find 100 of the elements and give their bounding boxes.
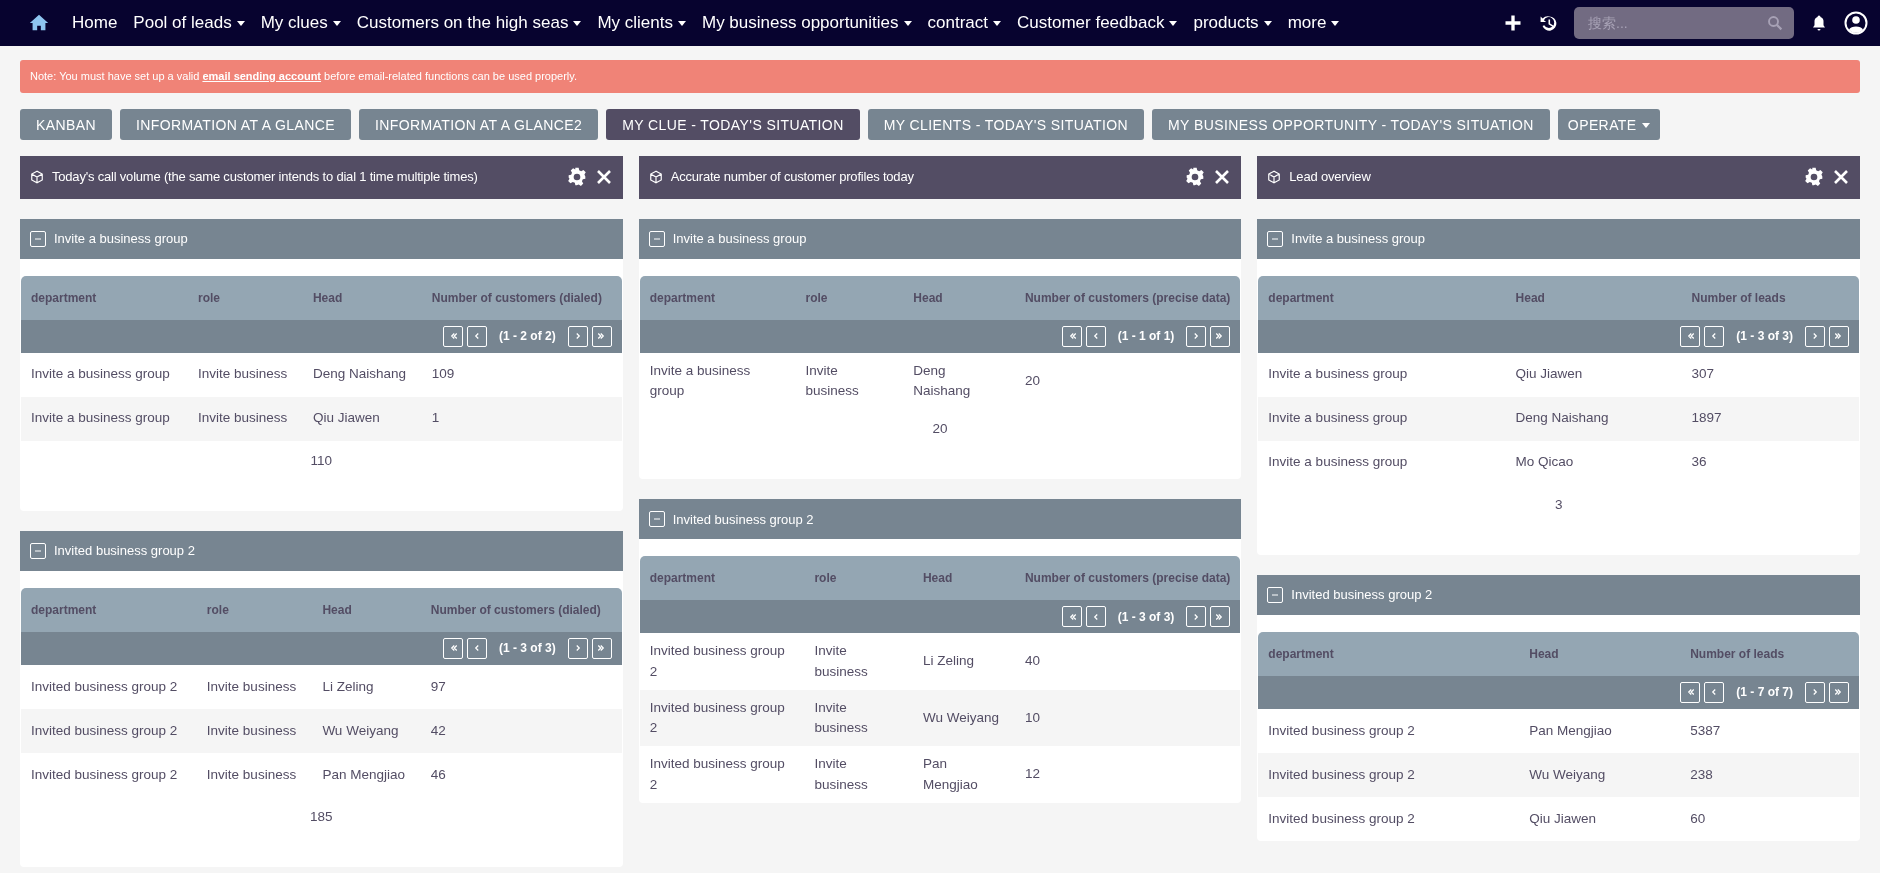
operate-button[interactable]: OPERATE [1557, 108, 1660, 140]
first-page-button[interactable] [443, 637, 463, 659]
dashboard-tab[interactable]: INFORMATION AT A GLANCE2 [359, 108, 599, 140]
column-header: department [1258, 631, 1520, 676]
last-page-button[interactable] [591, 637, 612, 659]
nav-menu-item[interactable]: products [1187, 10, 1278, 36]
next-page-button[interactable] [1186, 325, 1207, 347]
dashboard-tab[interactable]: MY BUSINESS OPPORTUNITY - TODAY'S SITUATION [1152, 108, 1550, 140]
nav-menu-item[interactable]: contract [921, 10, 1007, 36]
prev-page-button[interactable] [1085, 325, 1106, 347]
nav-menu-item[interactable]: My clients [591, 10, 692, 36]
last-page-button[interactable] [1829, 681, 1849, 703]
dashboard-tab[interactable]: KANBAN [20, 108, 112, 140]
dashlet-title: Lead overview [1289, 168, 1372, 187]
table-cell: Invite business [188, 352, 303, 397]
next-page-button[interactable] [1805, 681, 1825, 703]
column-header: Number of customers (precise data) [1014, 275, 1241, 320]
table-cell: Li Zeling [312, 664, 421, 709]
collapse-button[interactable] [1267, 586, 1284, 603]
collapse-button[interactable] [30, 542, 46, 559]
column-header: Head [302, 275, 422, 320]
column-header: Head [1519, 631, 1681, 676]
dashlet-title: Accurate number of customer profiles today [670, 168, 915, 187]
dashboard-tab[interactable]: INFORMATION AT A GLANCE [120, 108, 351, 140]
last-page-button[interactable] [1210, 606, 1231, 628]
table-cell: Wu Weiyang [912, 689, 1015, 747]
table-cell: Deng Naishang [302, 352, 422, 397]
dashboard-tab[interactable]: MY CLUE - TODAY'S SITUATION [606, 108, 860, 140]
first-page-button[interactable] [1061, 606, 1082, 628]
next-page-button[interactable] [1186, 606, 1207, 628]
column-header: department [21, 275, 188, 320]
first-page-button[interactable] [1061, 325, 1082, 347]
page-range-text: (1 - 7 of 7) [1736, 684, 1793, 702]
first-page-button[interactable] [1680, 681, 1701, 703]
group-title: Invited business group 2 [1291, 586, 1433, 604]
settings-icon[interactable] [566, 167, 587, 187]
prev-page-button[interactable] [467, 637, 487, 659]
group-title: Invited business group 2 [54, 542, 195, 560]
column-header: Number of customers (precise data) [1014, 556, 1241, 601]
close-icon[interactable] [594, 168, 613, 186]
last-page-button[interactable] [1210, 325, 1231, 347]
double-chevron-icon [448, 331, 458, 341]
nav-menu-item[interactable]: Pool of leads [127, 10, 251, 36]
table-cell: Mo Qicao [1505, 440, 1682, 485]
page-range-text: (1 - 3 of 3) [1736, 328, 1793, 345]
first-page-button[interactable] [1680, 325, 1701, 347]
settings-icon[interactable] [1804, 167, 1824, 187]
total-value: 185 [309, 807, 334, 826]
last-page-button[interactable] [591, 325, 612, 347]
table-cell: Invited business group 2 [21, 708, 197, 753]
double-chevron-icon [596, 331, 607, 341]
settings-icon[interactable] [1185, 167, 1206, 187]
prev-page-button[interactable] [1704, 325, 1725, 347]
table-cell: Deng Naishang [1505, 396, 1682, 441]
table-cell: Invite business [795, 352, 904, 409]
dashboard-tab[interactable]: MY CLIENTS - TODAY'S SITUATION [867, 108, 1145, 140]
prev-page-button[interactable] [467, 325, 487, 347]
next-page-button[interactable] [567, 325, 588, 347]
next-page-button[interactable] [567, 637, 588, 659]
double-chevron-icon [1834, 331, 1844, 341]
plus-icon[interactable] [1503, 13, 1523, 33]
cube-icon [1267, 170, 1282, 184]
column-header: role [804, 556, 913, 601]
nav-menu-item[interactable]: Customers on the high seas [350, 10, 588, 36]
next-page-button[interactable] [1805, 325, 1825, 347]
nav-menu-item[interactable]: Customer feedback [1011, 10, 1184, 36]
collapse-button[interactable] [30, 230, 46, 247]
table-cell: Invite a business group [21, 396, 188, 441]
nav-menu-item[interactable]: more [1281, 10, 1346, 36]
close-icon[interactable] [1832, 168, 1850, 186]
table-cell: 1897 [1681, 396, 1859, 441]
double-chevron-icon [1834, 687, 1844, 698]
column-header: Head [312, 587, 421, 632]
table-cell: 42 [420, 708, 622, 753]
collapse-button[interactable] [648, 511, 665, 528]
search-icon[interactable] [1766, 14, 1784, 32]
table-cell: Invite a business group [1258, 352, 1506, 397]
table-cell: Pan Mengjiao [312, 752, 421, 797]
table-cell: Wu Weiyang [1519, 752, 1681, 797]
history-icon[interactable] [1539, 13, 1558, 33]
bell-icon[interactable] [1810, 14, 1828, 32]
nav-menu-item[interactable]: My business opportunities [696, 10, 918, 36]
page-range-text: (1 - 3 of 3) [499, 640, 556, 658]
group-title: Invite a business group [672, 229, 807, 248]
collapse-button[interactable] [648, 230, 665, 247]
first-page-button[interactable] [443, 325, 463, 347]
last-page-button[interactable] [1829, 325, 1849, 347]
user-avatar-icon[interactable] [1844, 11, 1868, 35]
table-cell: Invited business group 2 [1258, 752, 1520, 797]
close-icon[interactable] [1213, 168, 1232, 186]
table-cell: Invite business [196, 664, 313, 709]
nav-menu-item[interactable]: Home [66, 10, 124, 36]
nav-menu-item[interactable]: My clues [254, 10, 347, 36]
prev-page-button[interactable] [1704, 681, 1725, 703]
table-cell: Invited business group 2 [639, 746, 805, 803]
prev-page-button[interactable] [1085, 606, 1106, 628]
page-range-text: (1 - 3 of 3) [1117, 608, 1175, 626]
table-cell: Invite business [196, 708, 313, 753]
collapse-button[interactable] [1267, 230, 1284, 247]
table-cell: Invited business group 2 [21, 664, 197, 709]
